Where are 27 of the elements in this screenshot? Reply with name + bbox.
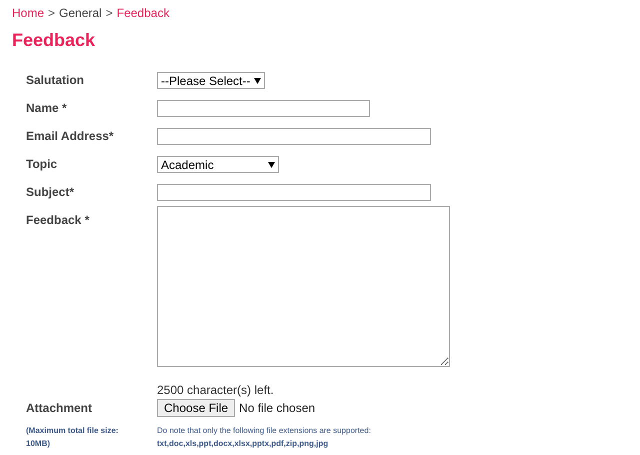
breadcrumb-item: General <box>59 5 102 22</box>
input-field[interactable] <box>157 184 431 201</box>
extensions-note: Do note that only the following file extensions are supported: <box>157 425 371 437</box>
extensions-list: txt,doc,xls,ppt,docx,xlsx,pptx,pdf,zip,png,jpg <box>157 437 371 450</box>
dropdown[interactable]: --Please Select-- <box>157 72 266 89</box>
field-label: Salutation <box>26 73 86 87</box>
dropdown-arrow-icon <box>268 162 275 168</box>
field-label: Email Address* <box>26 129 115 143</box>
breadcrumb-link[interactable]: Home <box>12 4 44 22</box>
characters-left-text: 2500 character(s) left. <box>157 383 275 397</box>
input-field[interactable] <box>157 128 431 145</box>
file-size-note: (Maximum total file size: 10MB) <box>26 425 120 450</box>
field-label: Attachment <box>26 400 94 417</box>
dropdown[interactable]: Academic <box>157 156 279 173</box>
field-label: Name * <box>26 101 68 115</box>
breadcrumb-separator: > <box>48 5 56 22</box>
breadcrumb-separator: > <box>106 5 113 22</box>
file-status-text: No file chosen <box>239 400 316 417</box>
breadcrumb-link[interactable]: Feedback <box>116 4 170 22</box>
choose-file-button[interactable]: Choose File <box>157 399 236 417</box>
field-label: Subject* <box>26 185 76 199</box>
field-label: Feedback * <box>26 213 90 227</box>
textarea-field[interactable] <box>157 206 450 367</box>
input-field[interactable] <box>157 100 370 117</box>
field-label: Topic <box>26 157 58 171</box>
dropdown-arrow-icon <box>254 78 262 84</box>
page-title: Feedback <box>12 29 96 51</box>
